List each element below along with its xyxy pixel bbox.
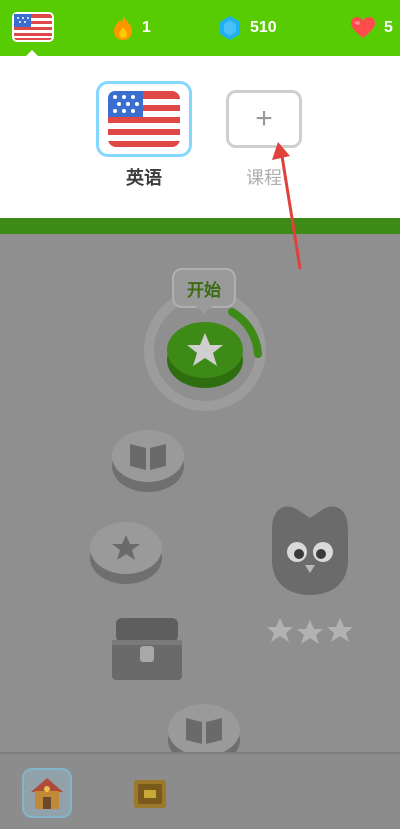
nav-chest-button[interactable] <box>130 774 170 814</box>
nav-home-button[interactable] <box>22 768 72 818</box>
home-icon <box>31 778 63 809</box>
treasure-chest-icon <box>134 780 166 808</box>
bottom-navigation <box>0 752 400 829</box>
annotation-arrow <box>272 142 302 270</box>
